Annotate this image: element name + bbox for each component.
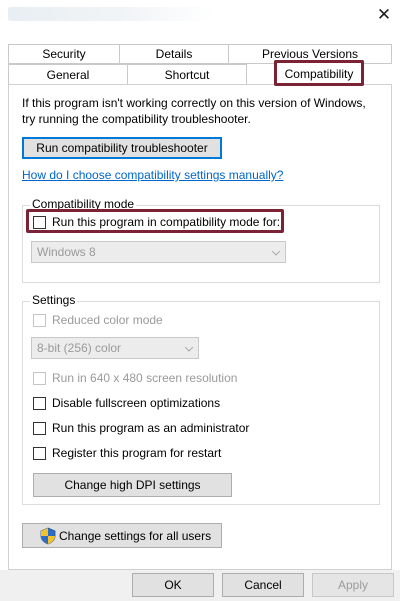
change-dpi-button[interactable]: Change high DPI settings [33, 473, 232, 497]
chevron-down-icon [271, 247, 281, 256]
windows-version-select[interactable]: Windows 8 [31, 241, 286, 263]
windows-version-value: Windows 8 [37, 245, 96, 259]
settings-title: Settings [30, 293, 78, 307]
run-as-admin-label: Run this program as an administrator [52, 421, 250, 435]
disable-fullscreen-label: Disable fullscreen optimizations [52, 396, 221, 410]
cancel-button[interactable]: Cancel [222, 573, 304, 597]
shield-icon [40, 527, 56, 544]
compat-mode-highlight-box [26, 209, 284, 233]
intro-text-line2: try running the compatibility troublesho… [22, 112, 251, 126]
color-mode-value: 8-bit (256) color [37, 341, 122, 355]
tab-highlight-box [274, 60, 364, 86]
tab-security[interactable]: Security [8, 44, 120, 64]
run-troubleshooter-button[interactable]: Run compatibility troubleshooter [22, 137, 222, 159]
reduced-color-label: Reduced color mode [52, 313, 163, 327]
apply-button[interactable]: Apply [312, 573, 394, 597]
tab-shortcut[interactable]: Shortcut [127, 64, 247, 85]
help-link[interactable]: How do I choose compatibility settings m… [22, 168, 283, 182]
resolution-640-checkbox[interactable] [33, 372, 46, 385]
tab-general[interactable]: General [8, 64, 128, 85]
resolution-640-label: Run in 640 x 480 screen resolution [52, 371, 238, 385]
change-all-users-button[interactable]: Change settings for all users [22, 523, 222, 548]
ok-button[interactable]: OK [132, 573, 214, 597]
chevron-down-icon [184, 343, 194, 352]
blurred-window-title [8, 7, 213, 21]
run-as-admin-checkbox[interactable] [33, 422, 46, 435]
tab-details[interactable]: Details [119, 44, 229, 64]
disable-fullscreen-checkbox[interactable] [33, 397, 46, 410]
reduced-color-checkbox[interactable] [33, 314, 46, 327]
intro-text-line1: If this program isn't working correctly … [22, 96, 366, 110]
register-restart-checkbox[interactable] [33, 447, 46, 460]
change-all-users-label: Change settings for all users [59, 528, 212, 543]
color-mode-select[interactable]: 8-bit (256) color [31, 337, 199, 359]
register-restart-label: Register this program for restart [52, 446, 222, 460]
close-icon[interactable]: ✕ [370, 3, 398, 27]
